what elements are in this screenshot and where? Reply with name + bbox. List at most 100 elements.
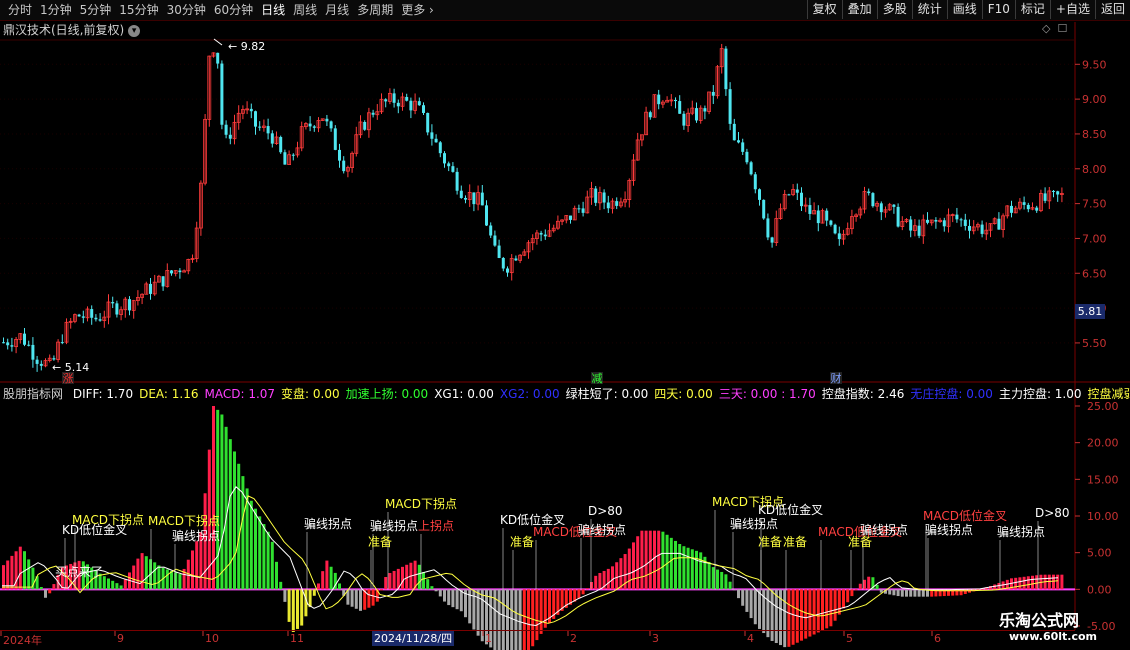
macd-bar xyxy=(27,559,31,590)
signal-annotation-8: 准备 xyxy=(368,535,393,549)
x-axis-label-7: 4 xyxy=(747,632,754,645)
signal-annotation-4: 买点来了 xyxy=(55,565,104,579)
candle-body xyxy=(279,137,283,153)
signal-annotation-12: 准备 xyxy=(510,535,535,549)
macd-bar xyxy=(191,550,194,590)
macd-bar xyxy=(157,565,161,590)
candle-body xyxy=(464,197,467,200)
candle-body xyxy=(606,202,610,209)
macd-bar xyxy=(1018,577,1022,590)
watermark-name: 乐淘公式网 xyxy=(999,611,1080,630)
macd-bar xyxy=(875,584,879,590)
candle-body xyxy=(732,123,736,141)
macd-bar xyxy=(144,556,148,590)
macd-bar xyxy=(653,530,656,590)
candle-body xyxy=(6,342,10,346)
indicator-value-2: MACD: 1.07 xyxy=(204,387,276,401)
ind-tick-1: 20.00 xyxy=(1087,437,1119,450)
macd-bar xyxy=(598,573,602,590)
candle-body xyxy=(741,142,745,152)
macd-bar xyxy=(338,583,341,590)
macd-bar xyxy=(434,589,438,592)
macd-bar xyxy=(842,589,845,609)
candle-body xyxy=(1052,190,1055,192)
macd-bar xyxy=(577,589,581,599)
macd-bar xyxy=(905,589,908,597)
candle-body xyxy=(426,112,430,133)
indicator-title[interactable]: 股朋指标网 xyxy=(3,387,63,401)
candle-body xyxy=(493,235,497,246)
candle-body xyxy=(81,316,85,318)
candle-body xyxy=(497,245,501,258)
x-axis-label-8: 5 xyxy=(846,632,853,645)
candle-body xyxy=(409,100,413,111)
macd-bar xyxy=(716,569,719,590)
macd-bar xyxy=(279,581,283,590)
candle-body xyxy=(594,188,598,203)
candle-body xyxy=(577,208,581,210)
candle-body xyxy=(543,234,547,237)
macd-bar xyxy=(640,530,644,590)
candle-body xyxy=(942,220,946,227)
candle-body xyxy=(434,138,438,143)
macd-bar xyxy=(892,589,896,596)
macd-bar xyxy=(632,542,635,590)
macd-bar xyxy=(296,589,299,629)
candle-body xyxy=(422,105,425,113)
x-axis-label-3: 11 xyxy=(290,632,304,645)
candle-body xyxy=(837,233,841,240)
macd-bar xyxy=(1052,574,1055,590)
macd-bar xyxy=(669,537,673,590)
macd-bar xyxy=(1047,574,1051,590)
macd-bar xyxy=(732,589,736,591)
price-tick-4: 7.50 xyxy=(1082,198,1107,211)
macd-bar xyxy=(829,589,833,627)
candle-body xyxy=(745,151,749,163)
candle-body xyxy=(270,133,274,144)
macd-bar xyxy=(107,578,110,590)
candle-body xyxy=(829,220,833,225)
candle-body xyxy=(569,215,572,220)
macd-bar xyxy=(619,558,623,590)
candle-body xyxy=(329,121,333,129)
macd-bar xyxy=(371,589,375,606)
macd-bar xyxy=(388,573,392,590)
macd-bar xyxy=(850,589,854,597)
macd-bar xyxy=(354,589,358,609)
macd-bar xyxy=(401,566,404,590)
signal-annotation-1: KD低位金叉 xyxy=(62,523,128,537)
macd-bar xyxy=(102,576,106,590)
macd-bar xyxy=(111,580,115,590)
macd-bar xyxy=(170,571,173,590)
indicator-value-3: 变盘: 0.00 xyxy=(281,387,340,401)
candle-body xyxy=(443,153,446,164)
candle-body xyxy=(1026,204,1030,210)
candle-body xyxy=(149,283,152,294)
signal-annotation-25: D>80 xyxy=(1035,506,1070,520)
macd-bar xyxy=(1014,577,1018,590)
candle-body xyxy=(539,232,543,235)
candle-body xyxy=(926,219,929,223)
chart-canvas[interactable]: 9.509.008.508.007.507.006.506.005.50← 9.… xyxy=(0,0,1130,650)
x-axis-label-6: 3 xyxy=(652,632,659,645)
macd-bar xyxy=(1031,575,1034,590)
event-marker-0: 涨 xyxy=(63,372,74,385)
candle-body xyxy=(111,302,115,304)
indicator-value-7: 绿柱短了: 0.00 xyxy=(565,387,649,401)
candle-body xyxy=(90,309,94,318)
macd-bar xyxy=(237,463,241,590)
macd-bar xyxy=(119,585,123,590)
candle-body xyxy=(472,192,476,205)
candle-body xyxy=(430,132,434,139)
price-tick-3: 8.00 xyxy=(1082,163,1107,176)
macd-bar xyxy=(153,562,157,590)
candle-body xyxy=(52,358,56,360)
macd-bar xyxy=(275,561,278,590)
candle-body xyxy=(833,224,837,234)
candle-body xyxy=(447,163,451,167)
x-axis xyxy=(0,630,1075,649)
signal-annotation-7: 骗线拐点 xyxy=(370,519,419,533)
candle-body xyxy=(871,193,875,207)
candle-body xyxy=(909,219,913,231)
macd-bar xyxy=(896,589,900,597)
